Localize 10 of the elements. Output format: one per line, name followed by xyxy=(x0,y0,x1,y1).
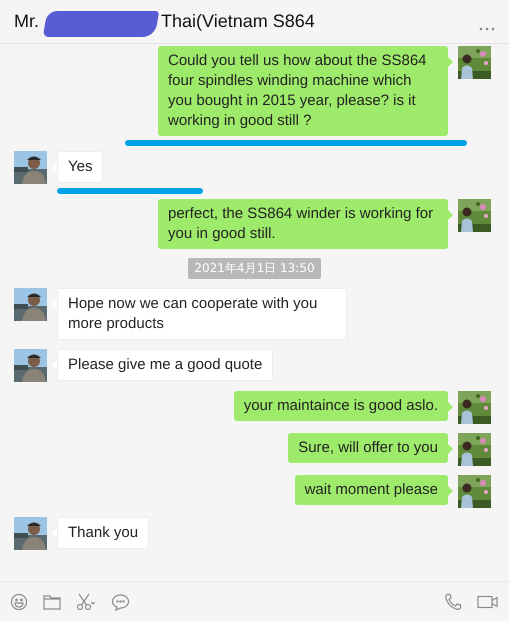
chat-icon[interactable] xyxy=(111,592,130,610)
window-title: Thai(Vietnam S864 xyxy=(161,11,315,32)
timestamp: 2021年4月1日 13:50 xyxy=(188,258,321,279)
video-call-icon[interactable] xyxy=(477,594,499,608)
more-icon[interactable] xyxy=(479,26,495,30)
phone-icon[interactable] xyxy=(444,592,462,610)
folder-icon[interactable] xyxy=(43,594,61,610)
emoji-icon[interactable] xyxy=(10,592,28,610)
scissors-icon[interactable] xyxy=(76,592,96,610)
window-title: Mr. xyxy=(14,11,39,32)
